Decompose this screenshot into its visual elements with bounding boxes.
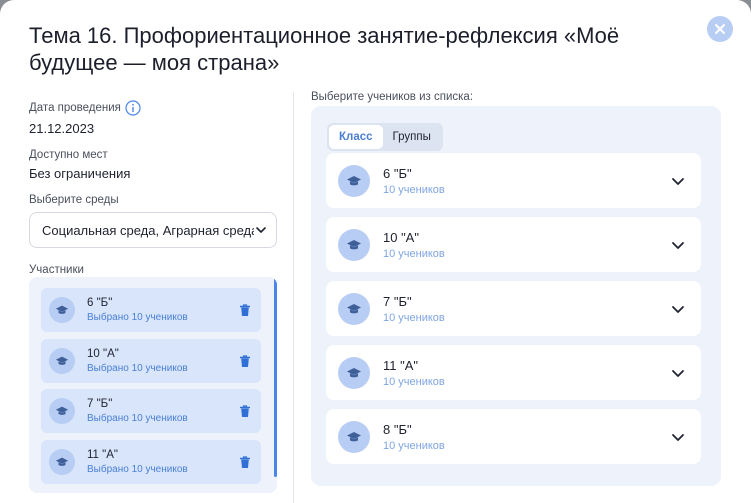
chevron-down-icon: [672, 177, 684, 185]
environment-select[interactable]: Социальная среда, Аграрная среда: [29, 212, 277, 248]
delete-participant-button[interactable]: [237, 403, 253, 419]
graduation-cap-icon: [49, 398, 75, 424]
column-divider: [293, 92, 294, 503]
class-name: 11 "А": [383, 357, 419, 373]
class-count: 10 учеников: [383, 247, 445, 260]
graduation-cap-icon: [49, 348, 75, 374]
seats-value: Без ограничения: [29, 166, 131, 181]
info-icon[interactable]: [125, 100, 141, 116]
trash-icon: [240, 354, 250, 367]
tab-class[interactable]: Класс: [329, 125, 383, 149]
modal-title: Тема 16. Профориентационное занятие-рефл…: [29, 23, 620, 75]
participant-item: 10 "А" Выбрано 10 учеников: [41, 339, 261, 383]
participants-list[interactable]: 6 "Б" Выбрано 10 учеников 10 "А" Выбрано…: [29, 277, 277, 493]
class-card[interactable]: 7 "Б" 10 учеников: [326, 281, 701, 336]
students-panel: Класс Группы 6 "Б" 10 учеников 10 "А" 10…: [311, 106, 721, 486]
expand-button[interactable]: [669, 300, 687, 318]
participant-count: Выбрано 10 учеников: [87, 413, 188, 424]
expand-button[interactable]: [669, 172, 687, 190]
participant-name: 11 "А": [87, 449, 118, 461]
date-label: Дата проведения: [29, 100, 279, 116]
seats-label: Доступно мест: [29, 149, 108, 161]
date-label-text: Дата проведения: [29, 102, 121, 114]
graduation-cap-icon: [338, 356, 370, 389]
participant-name: 10 "А": [87, 348, 119, 360]
participant-item: 7 "Б" Выбрано 10 учеников: [41, 389, 261, 433]
class-card[interactable]: 10 "А" 10 учеников: [326, 217, 701, 272]
participant-name: 6 "Б": [87, 297, 113, 309]
class-count: 10 учеников: [383, 311, 445, 324]
chevron-down-icon: [256, 227, 266, 233]
class-card[interactable]: 11 "А" 10 учеников: [326, 345, 701, 400]
expand-button[interactable]: [669, 364, 687, 382]
class-card[interactable]: 8 "Б" 10 учеников: [326, 409, 701, 464]
students-tabs: Класс Группы: [327, 123, 443, 151]
trash-icon: [240, 303, 250, 316]
graduation-cap-icon: [49, 297, 75, 323]
graduation-cap-icon: [338, 292, 370, 325]
environment-select-value: Социальная среда, Аграрная среда: [42, 222, 254, 238]
participant-name: 7 "Б": [87, 398, 113, 410]
participants-label: Участники: [29, 264, 84, 276]
graduation-cap-icon: [338, 164, 370, 197]
participant-count: Выбрано 10 учеников: [87, 312, 188, 323]
chevron-down-icon: [672, 369, 684, 377]
trash-icon: [240, 404, 250, 417]
participant-item: 11 "А" Выбрано 10 учеников: [41, 440, 261, 484]
class-count: 10 учеников: [383, 375, 445, 388]
delete-participant-button[interactable]: [237, 454, 253, 470]
chevron-down-icon: [672, 433, 684, 441]
tab-groups[interactable]: Группы: [383, 125, 441, 149]
class-name: 8 "Б": [383, 421, 412, 437]
environment-label: Выберите среды: [29, 194, 119, 206]
graduation-cap-icon: [338, 420, 370, 453]
close-icon: [715, 24, 725, 34]
class-name: 7 "Б": [383, 293, 412, 309]
class-count: 10 учеников: [383, 439, 445, 452]
class-name: 10 "А": [383, 229, 419, 245]
participant-count: Выбрано 10 учеников: [87, 363, 188, 374]
close-button[interactable]: [707, 16, 733, 42]
students-label: Выберите учеников из списка:: [311, 91, 474, 103]
event-modal: Тема 16. Профориентационное занятие-рефл…: [0, 0, 751, 503]
delete-participant-button[interactable]: [237, 302, 253, 318]
graduation-cap-icon: [338, 228, 370, 261]
date-value: 21.12.2023: [29, 121, 95, 136]
participant-count: Выбрано 10 учеников: [87, 464, 188, 475]
chevron-down-icon: [672, 305, 684, 313]
expand-button[interactable]: [669, 428, 687, 446]
class-card[interactable]: 6 "Б" 10 учеников: [326, 153, 701, 208]
class-count: 10 учеников: [383, 183, 445, 196]
participants-scrollbar[interactable]: [274, 277, 277, 477]
chevron-down-icon: [672, 241, 684, 249]
event-details: Дата проведения 21.12.2023 Доступно мест…: [29, 100, 279, 276]
delete-participant-button[interactable]: [237, 353, 253, 369]
expand-button[interactable]: [669, 236, 687, 254]
graduation-cap-icon: [49, 449, 75, 475]
class-name: 6 "Б": [383, 165, 412, 181]
trash-icon: [240, 455, 250, 468]
participant-item: 6 "Б" Выбрано 10 учеников: [41, 288, 261, 332]
